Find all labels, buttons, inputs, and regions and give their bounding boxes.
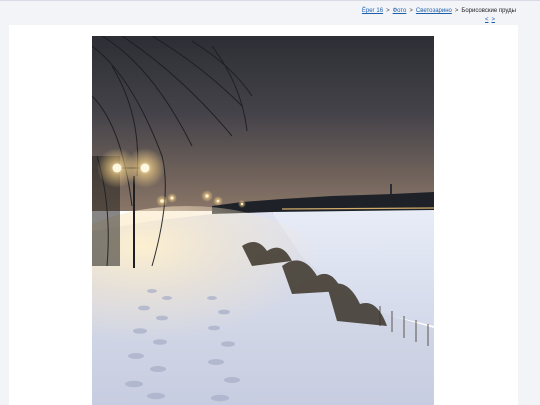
- breadcrumb-separator: >: [409, 8, 413, 14]
- breadcrumb-link-photo[interactable]: Фото: [393, 8, 407, 14]
- breadcrumb-current: Борисовские пруды: [461, 8, 516, 14]
- prev-photo-link[interactable]: <: [485, 17, 489, 23]
- photo-pager: < >: [485, 17, 495, 23]
- breadcrumb: Ёрег 16 > Фото > Светозарино > Борисовск…: [362, 8, 516, 14]
- lamp-bulb-right: [140, 163, 150, 173]
- breadcrumb-separator: >: [386, 8, 390, 14]
- lamp-bulb-left: [112, 163, 122, 173]
- breadcrumb-link-home[interactable]: Ёрег 16: [362, 8, 383, 14]
- distant-tower: [390, 184, 392, 194]
- breadcrumb-link-album[interactable]: Светозарино: [416, 8, 452, 14]
- breadcrumb-separator: >: [454, 8, 459, 14]
- next-photo-link[interactable]: >: [491, 17, 495, 23]
- main-photo[interactable]: [92, 36, 434, 405]
- top-divider: [0, 0, 540, 1]
